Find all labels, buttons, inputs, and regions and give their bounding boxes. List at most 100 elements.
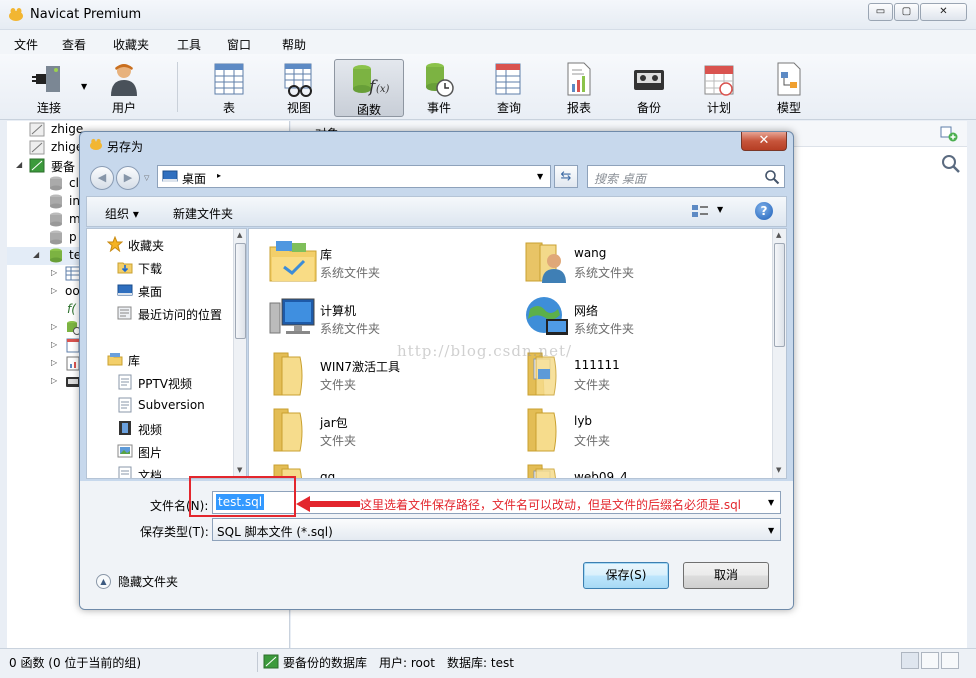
watermark: http://blog.csdn.net/ [397, 342, 573, 360]
query-label: 查询 [496, 101, 521, 115]
search-input[interactable]: 搜索 桌面 [587, 165, 785, 188]
scroll-down-icon[interactable]: ▼ [237, 466, 242, 474]
breadcrumb-arrow-icon[interactable]: ▸ [217, 171, 221, 180]
refresh-button[interactable]: ⇆ [554, 165, 578, 188]
expand-icon[interactable]: ▷ [51, 286, 57, 295]
help-button[interactable]: ? [755, 202, 773, 220]
file-item[interactable]: wang 系统文件夹 [522, 237, 772, 289]
save-button[interactable]: 保存(S) [583, 562, 669, 589]
scroll-up-icon[interactable]: ▲ [776, 231, 781, 239]
file-item[interactable]: 网络 系统文件夹 [522, 293, 772, 345]
function-button[interactable]: f (x) 函数 [334, 59, 404, 117]
collapse-icon[interactable]: ◢ [16, 160, 22, 169]
grid-view-icon[interactable] [901, 652, 919, 669]
backup-button[interactable]: 备份 [617, 58, 681, 116]
minimize-button[interactable]: ▭ [868, 3, 893, 21]
table-icon [214, 63, 244, 95]
view-button[interactable]: 视图 [267, 58, 331, 116]
status-function-count: 0 函数 (0 位于当前的组) [9, 656, 142, 670]
file-list: 库 系统文件夹 wang 系统文件夹 计算机 系统文件夹 网络 系统文件夹 WI… [248, 228, 787, 479]
nav-scrollbar[interactable]: ▲ ▼ [233, 229, 246, 478]
new-folder-button[interactable]: 新建文件夹 [173, 205, 233, 222]
maximize-button[interactable]: ▢ [894, 3, 919, 21]
connect-dropdown-icon[interactable]: ▼ [81, 82, 87, 91]
address-dropdown-icon[interactable]: ▼ [537, 172, 543, 181]
menu-file[interactable]: 文件 [14, 36, 38, 53]
expand-icon[interactable]: ▷ [51, 376, 57, 385]
scroll-thumb[interactable] [235, 243, 246, 339]
menu-tools[interactable]: 工具 [177, 36, 201, 53]
connect-button[interactable]: 连接 [17, 58, 81, 116]
document-library-icon [118, 397, 132, 413]
report-button[interactable]: 报表 [547, 58, 611, 116]
file-list-scrollbar[interactable]: ▲ ▼ [772, 229, 786, 478]
connect-label: 连接 [36, 101, 61, 115]
menu-favorites[interactable]: 收藏夹 [113, 36, 149, 53]
function-icon: f (x) [353, 65, 389, 97]
collapse-icon[interactable]: ◢ [33, 250, 39, 259]
filetype-value: SQL 脚本文件 (*.sql) [217, 525, 333, 539]
views-dropdown-icon[interactable]: ▼ [717, 205, 723, 214]
library-icon [107, 353, 123, 366]
scroll-thumb[interactable] [774, 243, 785, 347]
status-database: 数据库: test [447, 656, 514, 670]
file-item[interactable]: gg [268, 461, 518, 478]
status-separator [257, 652, 258, 672]
filetype-label: 保存类型(T): [140, 525, 209, 539]
scroll-up-icon[interactable]: ▲ [237, 231, 242, 239]
file-item[interactable]: lyb 文件夹 [522, 405, 772, 457]
expand-icon[interactable]: ▷ [51, 358, 57, 367]
list-view-icon[interactable] [921, 652, 939, 669]
desktop-icon [162, 170, 178, 182]
database-icon [50, 230, 62, 245]
expand-icon[interactable]: ▷ [51, 340, 57, 349]
file-item[interactable]: 库 系统文件夹 [268, 237, 518, 289]
database-icon [50, 248, 62, 263]
schedule-icon [704, 65, 734, 96]
file-item[interactable]: 计算机 系统文件夹 [268, 293, 518, 345]
user-button[interactable]: 用户 [92, 58, 156, 116]
address-bar[interactable]: 桌面 ▸ ▼ [157, 165, 551, 188]
computer-icon [269, 298, 315, 334]
query-button[interactable]: 查询 [477, 58, 541, 116]
view-label: 视图 [286, 101, 311, 115]
collapse-up-icon[interactable]: ▲ [96, 574, 111, 589]
navigation-pane: 收藏夹 下载 桌面 最近访问的位置 库 PPTV视频 Subversion 视频… [86, 228, 247, 479]
expand-icon[interactable]: ▷ [51, 322, 57, 331]
window-title: Navicat Premium [30, 7, 142, 22]
menu-window[interactable]: 窗口 [227, 36, 251, 53]
filetype-select[interactable]: SQL 脚本文件 (*.sql) ▼ [212, 518, 781, 541]
search-icon[interactable] [764, 169, 780, 185]
navicat-logo-icon [9, 8, 23, 21]
schedule-button[interactable]: 计划 [687, 58, 751, 116]
filename-dropdown-icon[interactable]: ▼ [768, 498, 774, 507]
close-window-button[interactable]: ✕ [920, 3, 967, 21]
table-button[interactable]: 表 [197, 58, 261, 116]
scroll-down-icon[interactable]: ▼ [776, 466, 781, 474]
filetype-dropdown-icon[interactable]: ▼ [768, 526, 774, 535]
file-item[interactable]: web09_4 [522, 461, 772, 478]
expand-icon[interactable]: ▷ [51, 268, 57, 277]
detail-view-icon[interactable] [941, 652, 959, 669]
address-location[interactable]: 桌面 [182, 170, 206, 187]
dialog-close-button[interactable]: ✕ [741, 132, 787, 151]
model-button[interactable]: 模型 [757, 58, 821, 116]
status-connection: 要备份的数据库 [283, 656, 368, 670]
menu-help[interactable]: 帮助 [282, 36, 306, 53]
annotation-highlight-box [189, 476, 296, 517]
cancel-button[interactable]: 取消 [683, 562, 769, 589]
user-label: 用户 [111, 101, 136, 115]
file-item[interactable]: jar包 文件夹 [268, 405, 518, 457]
event-button[interactable]: 事件 [407, 58, 471, 116]
search-icon[interactable] [941, 154, 961, 174]
hide-folders-label[interactable]: 隐藏文件夹 [118, 573, 178, 590]
back-button[interactable]: ◀ [90, 166, 114, 190]
history-dropdown-icon[interactable]: ▽ [144, 174, 149, 182]
menu-view[interactable]: 查看 [62, 36, 86, 53]
connection-icon [29, 122, 45, 137]
organize-button[interactable]: 组织 ▾ [105, 205, 139, 222]
views-icon[interactable] [691, 203, 709, 219]
forward-button[interactable]: ▶ [116, 166, 140, 190]
add-object-icon[interactable] [940, 126, 958, 142]
query-icon [495, 63, 521, 95]
